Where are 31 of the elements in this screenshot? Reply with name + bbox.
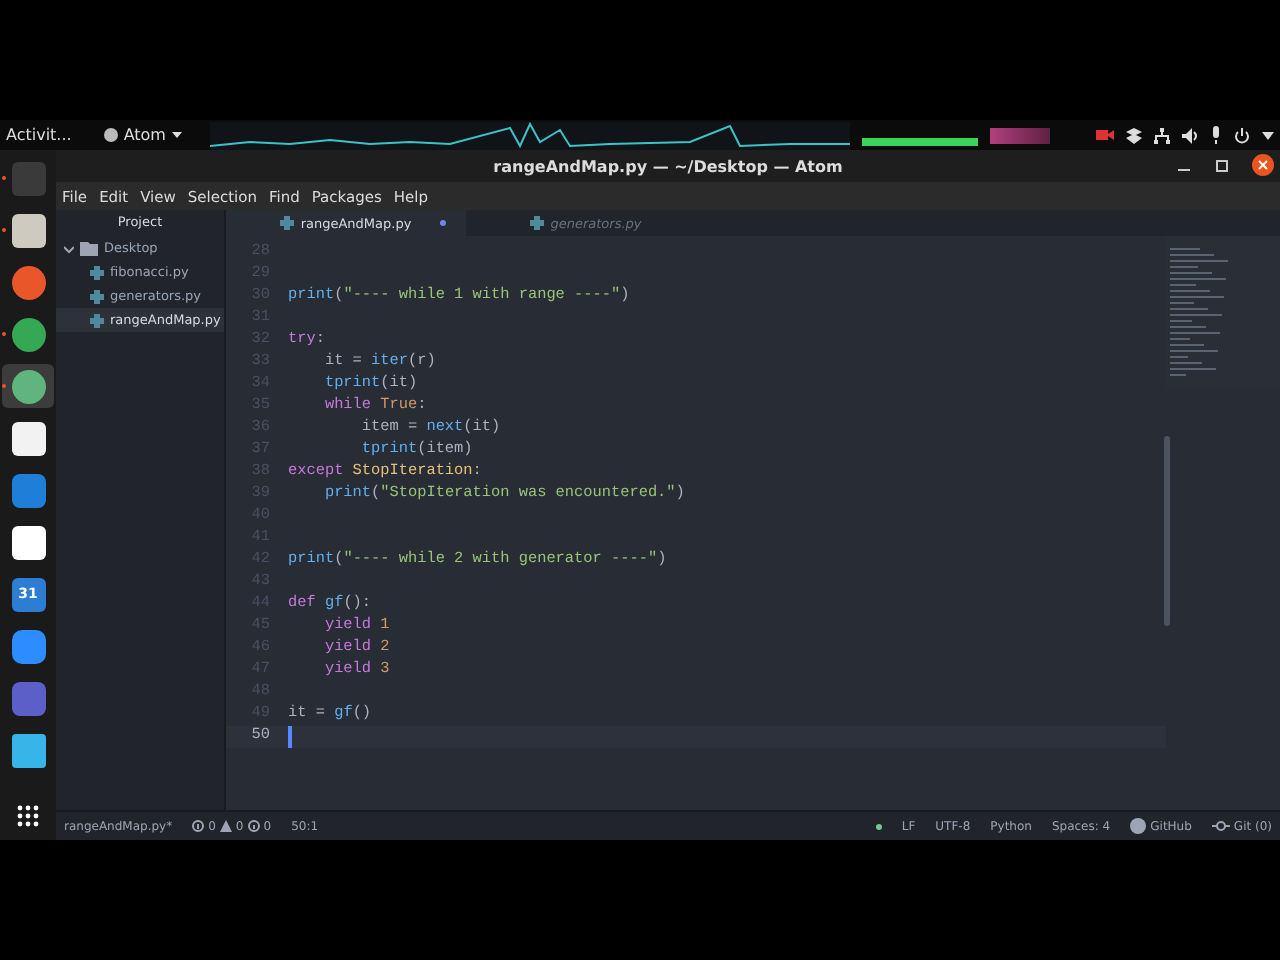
- apps-grid-icon[interactable]: [16, 804, 40, 828]
- python-file-icon: [90, 313, 104, 327]
- power-icon[interactable]: [1234, 127, 1250, 143]
- modified-dot: [440, 220, 446, 226]
- volume-icon[interactable]: [1182, 127, 1198, 143]
- network-graph: [861, 138, 978, 146]
- microphone-icon[interactable]: [1210, 126, 1222, 144]
- box-icon[interactable]: [1126, 127, 1142, 143]
- window-title: rangeAndMap.py — ~/Desktop — Atom: [493, 157, 843, 175]
- camera-icon[interactable]: [1096, 128, 1114, 142]
- activities-button[interactable]: Activit...: [6, 126, 72, 144]
- error-icon: [192, 820, 205, 832]
- info-icon: [247, 820, 260, 832]
- commit-icon: [1211, 820, 1230, 832]
- caret-icon: [171, 132, 182, 138]
- python-file-icon: [530, 216, 545, 230]
- python-file-icon: [280, 216, 295, 230]
- status-dot: [875, 823, 882, 829]
- warning-icon: [219, 820, 232, 832]
- disk-graph: [989, 127, 1050, 143]
- text-cursor: [288, 726, 291, 748]
- maximize-icon[interactable]: [1214, 157, 1230, 173]
- app-menu[interactable]: Atom: [103, 126, 182, 144]
- python-file-icon: [90, 289, 104, 303]
- close-icon[interactable]: [1252, 154, 1274, 176]
- python-file-icon: [90, 265, 104, 279]
- network-icon[interactable]: [1154, 127, 1170, 143]
- chevron-icon: [64, 243, 74, 253]
- caret-icon[interactable]: [1262, 131, 1274, 139]
- folder-icon: [80, 241, 98, 255]
- scrollbar[interactable]: [1164, 436, 1170, 626]
